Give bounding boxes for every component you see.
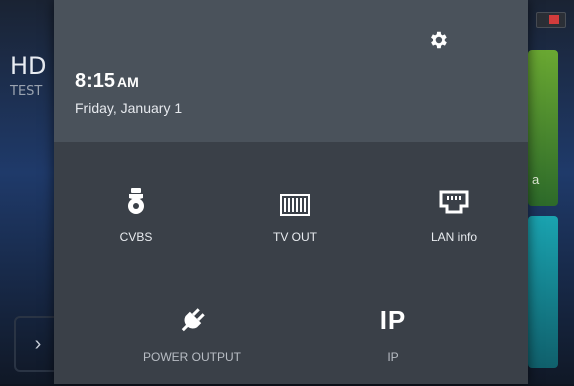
ptz-camera-icon — [128, 188, 144, 214]
battery-icon — [536, 12, 566, 28]
tile-cvbs-label: CVBS — [119, 230, 153, 244]
tile-power-output-label: POWER OUTPUT — [143, 350, 241, 364]
clock-date: Friday, January 1 — [75, 100, 183, 116]
gear-icon[interactable] — [427, 29, 449, 51]
ip-icon: IP — [379, 305, 407, 335]
background-app-subtitle: TEST — [10, 84, 43, 99]
background-teal-tile[interactable] — [528, 216, 558, 368]
tile-ip-label: IP — [387, 350, 399, 364]
tile-lan-info[interactable]: LAN info — [384, 176, 524, 266]
tile-tv-out[interactable]: TV OUT — [225, 176, 365, 266]
tile-tv-out-label: TV OUT — [273, 230, 317, 244]
tv-out-icon — [280, 194, 310, 216]
ethernet-port-icon — [439, 190, 469, 214]
tile-ip[interactable]: IP IP — [323, 296, 463, 386]
tile-cvbs[interactable]: CVBS — [66, 176, 206, 266]
chevron-right-icon: › — [34, 332, 42, 355]
plug-icon — [181, 308, 205, 332]
background-green-tile-text: a — [532, 172, 540, 187]
notification-shade: 8:15 AM Friday, January 1 CVBS TV OUT LA… — [54, 0, 528, 384]
tile-power-output[interactable]: POWER OUTPUT — [122, 296, 262, 386]
clock-ampm: AM — [117, 74, 139, 90]
background-app-title: HD — [10, 52, 47, 80]
tile-lan-info-label: LAN info — [430, 230, 478, 244]
clock-time: 8:15 AM — [75, 70, 139, 93]
clock-time-value: 8:15 — [75, 70, 116, 92]
shade-header: 8:15 AM Friday, January 1 — [54, 0, 528, 142]
